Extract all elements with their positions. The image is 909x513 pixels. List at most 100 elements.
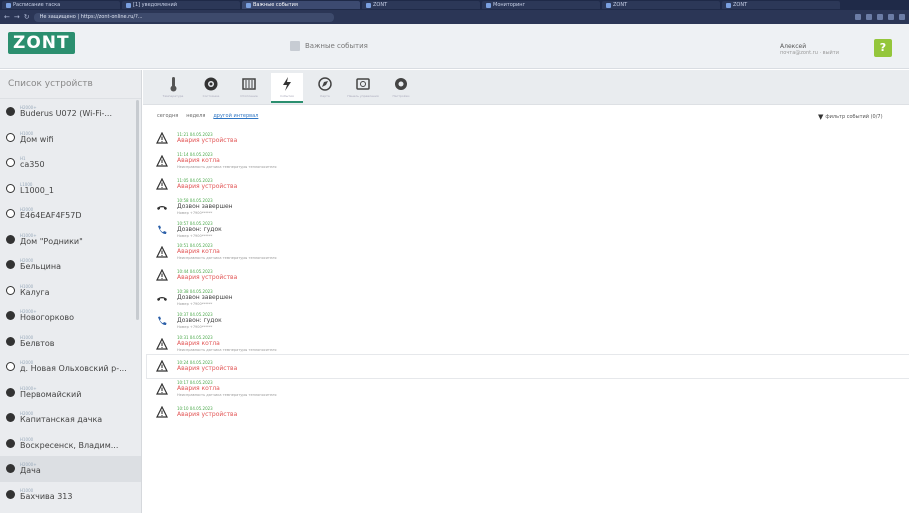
device-name: Первомайский xyxy=(20,389,82,399)
device-text: H2000 д. Новая Ольховский р-... xyxy=(20,360,127,373)
event-title: Дозвон: гудок xyxy=(177,225,222,233)
event-item[interactable]: 10:17 04.05.2023 Авария котла Неисправност… xyxy=(147,378,909,401)
filter-week[interactable]: неделя xyxy=(186,113,205,119)
extension-icon[interactable] xyxy=(866,14,872,20)
sidebar-scrollbar[interactable] xyxy=(136,100,139,320)
device-item[interactable]: H1000+ Дом "Родники" xyxy=(0,227,141,253)
browser-tab-label: ZONT xyxy=(733,2,748,8)
event-item[interactable]: 10:44 04.05.2023 Авария устройства xyxy=(147,264,909,287)
extension-icon[interactable] xyxy=(855,14,861,20)
event-body: 10:51 04.05.2023 Авария котла Неисправност… xyxy=(177,243,276,261)
browser-tab-label: Мониторинг xyxy=(493,2,526,8)
filter-today[interactable]: сегодня xyxy=(157,113,178,119)
help-button[interactable]: ? xyxy=(874,39,892,57)
event-item[interactable]: 10:31 04.05.2023 Авария котла Неисправност… xyxy=(147,332,909,355)
browser-tab[interactable]: Мониторинг xyxy=(482,1,600,9)
phone-icon xyxy=(156,315,168,327)
device-item[interactable]: H1 ca350 xyxy=(0,150,141,176)
browser-tab[interactable]: Важные события xyxy=(242,1,360,9)
event-body: 10:57 04.05.2023 Дозвон: гудок Номер +7900… xyxy=(177,221,222,239)
device-item[interactable]: H2000 Бельцина xyxy=(0,252,141,278)
event-item[interactable]: 10:51 04.05.2023 Авария котла Неисправност… xyxy=(147,241,909,264)
device-item[interactable]: H1000 Калуга xyxy=(0,278,141,304)
extension-icon[interactable] xyxy=(888,14,894,20)
device-text: H2000+ Новогорково xyxy=(20,309,74,322)
thermometer-icon xyxy=(170,77,177,92)
event-item[interactable]: 10:37 04.05.2023 Дозвон: гудок Номер +7900… xyxy=(147,309,909,332)
device-item[interactable]: H1000 Воскресенск, Владим... xyxy=(0,431,141,457)
event-body: 10:38 04.05.2023 Дозвон завершен Номер +79… xyxy=(177,289,233,307)
menu-icon[interactable] xyxy=(899,14,905,20)
device-name: E464EAF4F57D xyxy=(20,211,82,221)
extension-icon[interactable] xyxy=(877,14,883,20)
browser-tab[interactable]: Расписание таска xyxy=(2,1,120,9)
toolbar-item-label: События xyxy=(280,94,294,98)
event-title: Авария устройства xyxy=(177,137,238,145)
page-title: Важные события xyxy=(305,42,368,50)
event-filter-button[interactable]: ▼ фильтр событий (0/7) xyxy=(818,113,883,121)
device-text: H1000 Белвтов xyxy=(20,335,55,348)
device-name: Белвтов xyxy=(20,338,55,348)
zont-logo[interactable]: ZONT xyxy=(8,32,75,54)
device-item[interactable]: H2000 д. Новая Ольховский р-... xyxy=(0,354,141,380)
device-item[interactable]: H1000 Белвтов xyxy=(0,329,141,355)
event-item[interactable]: 10:38 04.05.2023 Дозвон завершен Номер +79… xyxy=(147,287,909,310)
online-status-icon xyxy=(6,438,15,448)
toolbar-item-label: Настройки xyxy=(392,94,410,98)
browser-tab[interactable]: [1] уведомлений xyxy=(122,1,240,9)
device-name: Бельцина xyxy=(20,262,62,272)
forward-icon[interactable]: → xyxy=(14,13,20,21)
toolbar-item[interactable]: Панель управления xyxy=(347,73,379,103)
browser-tab[interactable]: ZONT xyxy=(362,1,480,9)
device-item[interactable]: L1000 L1000_1 xyxy=(0,176,141,202)
toolbar-item[interactable]: Температура xyxy=(157,73,189,103)
device-item[interactable]: H1000+ Первомайский xyxy=(0,380,141,406)
event-item[interactable]: 11:05 04.05.2023 Авария устройства xyxy=(147,173,909,196)
warning-icon xyxy=(156,155,168,167)
toolbar-item-label: Состояние xyxy=(202,94,220,98)
reload-icon[interactable]: ↻ xyxy=(24,13,30,21)
event-detail: Неисправность датчика температуры теплон… xyxy=(177,347,277,352)
device-item[interactable]: H2000 E464EAF4F57D xyxy=(0,201,141,227)
device-name: Калуга xyxy=(20,287,50,297)
device-item[interactable]: H2000 Капитанская дачка xyxy=(0,405,141,431)
event-title: Дозвон завершен xyxy=(177,202,233,210)
event-body: 11:14 04.05.2023 Авария котла Неисправност… xyxy=(177,152,276,170)
offline-status-icon xyxy=(6,285,15,295)
event-item[interactable]: 10:58 04.05.2023 Дозвон завершен Номер +79… xyxy=(147,195,909,218)
toolbar-item[interactable]: События xyxy=(271,73,303,103)
back-icon[interactable]: ← xyxy=(4,13,10,21)
user-info[interactable]: Алексей почта@zont.ru · выйти xyxy=(780,43,839,57)
browser-tab[interactable]: ZONT xyxy=(722,1,840,9)
url-field[interactable]: Не защищено | https://zont-online.ru/?..… xyxy=(33,12,334,22)
device-item[interactable]: H2000+ Дача xyxy=(0,456,141,482)
filter-custom-interval[interactable]: другой интервал xyxy=(213,113,258,119)
online-status-icon xyxy=(6,464,15,474)
toolbar-item-label: Панель управления xyxy=(347,94,379,98)
device-item[interactable]: H1000 Дом wifi xyxy=(0,125,141,151)
toolbar-item[interactable]: Отопление xyxy=(233,73,265,103)
device-name: Воскресенск, Владим... xyxy=(20,440,119,450)
device-name: Дом wifi xyxy=(20,134,54,144)
toolbar-item[interactable]: Карта xyxy=(309,73,341,103)
device-item[interactable]: H2000+ Buderus U072 (Wi-Fi-... xyxy=(0,99,141,125)
event-item[interactable]: 11:14 04.05.2023 Авария котла Неисправност… xyxy=(147,150,909,173)
event-title: Авария устройства xyxy=(177,182,238,190)
device-name: Buderus U072 (Wi-Fi-... xyxy=(20,109,113,119)
device-name: Бахчива 313 xyxy=(20,491,73,501)
event-item[interactable]: 10:10 04.05.2023 Авария устройства xyxy=(147,401,909,424)
panel-icon xyxy=(356,78,370,90)
browser-tab[interactable]: ZONT xyxy=(602,1,720,9)
toolbar-item-label: Температура xyxy=(162,94,184,98)
toolbar-item[interactable]: Настройки xyxy=(385,73,417,103)
event-title: Авария устройства xyxy=(177,365,238,373)
event-item[interactable]: 10:57 04.05.2023 Дозвон: гудок Номер +7900… xyxy=(147,218,909,241)
app-header: ZONT Важные события Алексей почта@zont.r… xyxy=(0,24,909,69)
device-text: H1000 Воскресенск, Владим... xyxy=(20,437,118,450)
device-item[interactable]: H2000+ Новогорково xyxy=(0,303,141,329)
toolbar-item[interactable]: Состояние xyxy=(195,73,227,103)
event-item[interactable]: 10:24 04.05.2023 Авария устройства xyxy=(147,354,909,378)
device-item[interactable]: H1000 Бахчива 313 xyxy=(0,482,141,508)
event-item[interactable]: 11:21 04.05.2023 Авария устройства xyxy=(147,127,909,150)
favicon-icon xyxy=(6,2,11,8)
